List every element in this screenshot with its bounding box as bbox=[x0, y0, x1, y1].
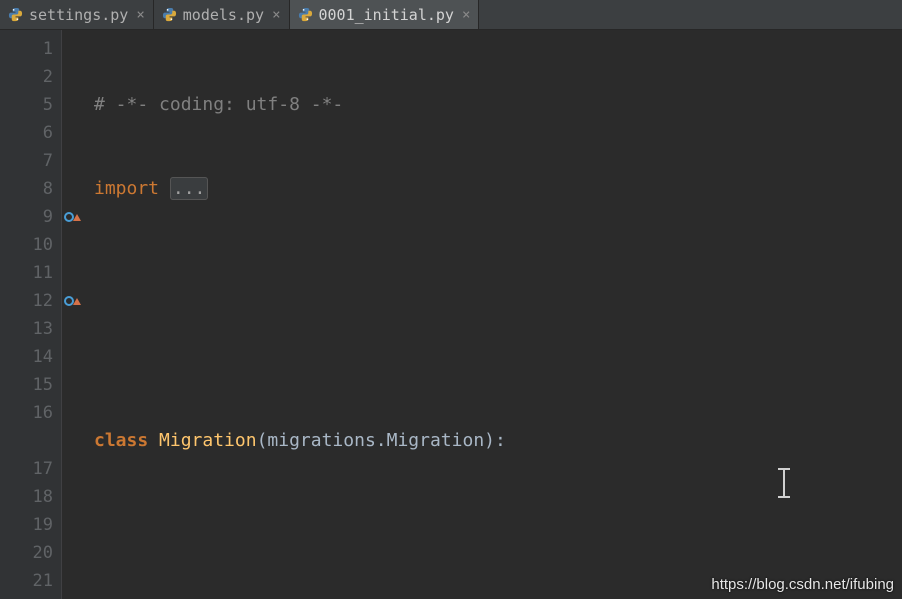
marker-column bbox=[62, 30, 90, 599]
line-number: 7 bbox=[0, 147, 53, 175]
code-line bbox=[94, 511, 902, 539]
line-number: 14 bbox=[0, 343, 53, 371]
line-number: 15 bbox=[0, 371, 53, 399]
line-number: 11 bbox=[0, 259, 53, 287]
line-number: 13 bbox=[0, 315, 53, 343]
code-line: # -*- coding: utf-8 -*- bbox=[94, 91, 902, 119]
line-number: 9 bbox=[0, 203, 53, 231]
mouse-ibeam-cursor-icon bbox=[775, 468, 793, 498]
line-number: 20 bbox=[0, 539, 53, 567]
close-icon[interactable]: × bbox=[136, 7, 144, 23]
line-number: 2 bbox=[0, 63, 53, 91]
watermark: https://blog.csdn.net/ifubing bbox=[711, 576, 894, 593]
code-line: dependencies = [ bbox=[94, 595, 902, 599]
code-line: class Migration(migrations.Migration): bbox=[94, 427, 902, 455]
tab-bar: settings.py × models.py × 0001_initial.p… bbox=[0, 0, 902, 30]
close-icon[interactable]: × bbox=[462, 7, 470, 23]
line-number: 12 bbox=[0, 287, 53, 315]
line-number: 18 bbox=[0, 483, 53, 511]
tab-label: 0001_initial.py bbox=[319, 6, 454, 24]
line-number: 21 bbox=[0, 567, 53, 595]
tab-settings[interactable]: settings.py × bbox=[0, 0, 154, 29]
code-line bbox=[94, 343, 902, 371]
override-marker-icon[interactable] bbox=[64, 290, 82, 308]
line-number-gutter: 1 2 5 6 7 8 9 10 11 12 13 14 15 16 17 18… bbox=[0, 30, 62, 599]
code-line: import ... bbox=[94, 175, 902, 203]
code-editor[interactable]: + – – – – 1 2 5 6 7 8 9 10 11 12 13 14 1… bbox=[0, 30, 902, 599]
line-number: 19 bbox=[0, 511, 53, 539]
line-number: 1 bbox=[0, 35, 53, 63]
line-number: 5 bbox=[0, 91, 53, 119]
tab-label: models.py bbox=[183, 6, 264, 24]
tab-models[interactable]: models.py × bbox=[154, 0, 290, 29]
python-file-icon bbox=[298, 7, 313, 22]
line-number: 10 bbox=[0, 231, 53, 259]
line-number: 16 bbox=[0, 399, 53, 427]
line-number bbox=[0, 427, 53, 455]
code-line bbox=[94, 259, 902, 287]
python-file-icon bbox=[162, 7, 177, 22]
code-area[interactable]: # -*- coding: utf-8 -*- import ... class… bbox=[90, 30, 902, 599]
tab-label: settings.py bbox=[29, 6, 128, 24]
line-number: 17 bbox=[0, 455, 53, 483]
python-file-icon bbox=[8, 7, 23, 22]
close-icon[interactable]: × bbox=[272, 7, 280, 23]
override-marker-icon[interactable] bbox=[64, 206, 82, 224]
line-number: 8 bbox=[0, 175, 53, 203]
tab-initial[interactable]: 0001_initial.py × bbox=[290, 0, 480, 29]
line-number: 6 bbox=[0, 119, 53, 147]
